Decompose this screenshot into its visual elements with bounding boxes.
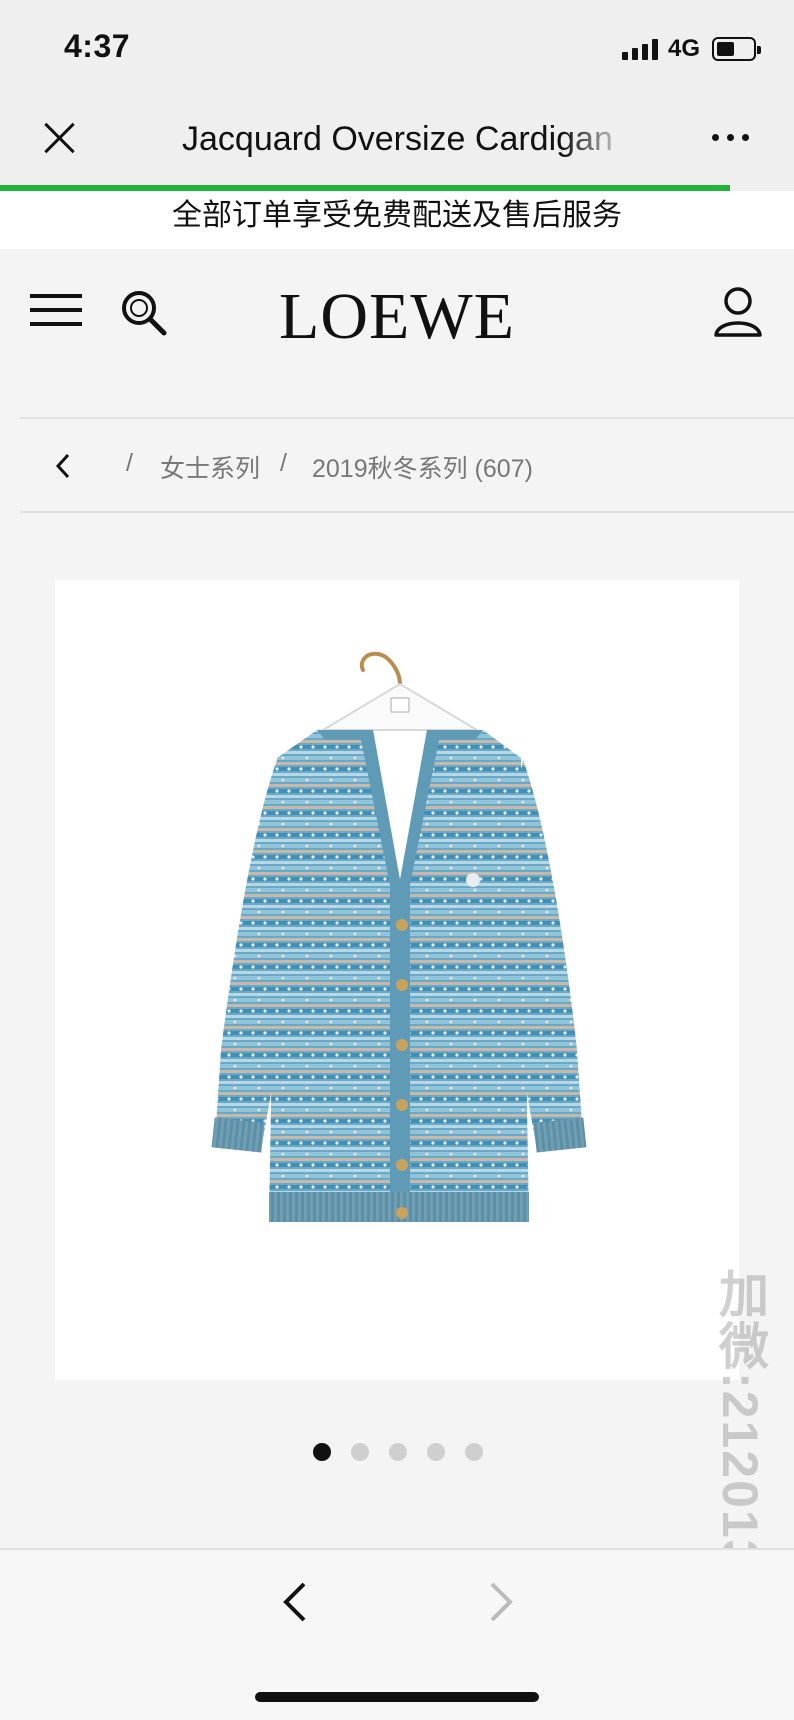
status-bar: 4:37 4G [0,0,794,96]
carousel-dot[interactable] [313,1443,331,1461]
search-icon[interactable] [118,287,170,339]
network-type: 4G [668,35,701,62]
carousel-dot[interactable] [351,1443,369,1461]
breadcrumb-item-women[interactable]: 女士系列 [160,449,260,485]
chevron-right-icon[interactable] [480,1578,520,1626]
status-time: 4:37 [64,28,131,64]
breadcrumb-item-collection[interactable]: 2019秋冬系列 (607) [312,449,533,485]
site-header: LOEWE [0,249,794,419]
browser-header: Jacquard Oversize Cardigan [0,96,794,186]
close-icon[interactable] [38,116,82,160]
hamburger-menu-icon[interactable] [30,294,82,330]
breadcrumb-separator: / [126,449,133,477]
user-account-icon[interactable] [712,285,764,339]
bottom-nav-bar [0,1548,794,1720]
battery-icon [712,37,761,61]
carousel-dot[interactable] [389,1443,407,1461]
brand-logo[interactable]: LOEWE [240,279,554,355]
more-dots-icon[interactable] [712,134,749,141]
chevron-left-icon[interactable] [50,449,80,483]
carousel-dots [313,1443,483,1461]
carousel-dot[interactable] [465,1443,483,1461]
breadcrumb: / 女士系列 / 2019秋冬系列 (607) [20,417,794,513]
signal-bars-icon [622,38,658,60]
page-title: Jacquard Oversize Cardigan [182,120,613,158]
page: 4:37 4G Jacquard Oversize Cardigan 全部订单享… [0,0,794,1720]
chevron-left-icon[interactable] [276,1578,316,1626]
product-image[interactable] [55,580,739,1380]
promo-banner: 全部订单享受免费配送及售后服务 [0,191,794,249]
breadcrumb-separator: / [280,449,287,477]
home-indicator[interactable] [255,1692,539,1702]
carousel-dot[interactable] [427,1443,445,1461]
